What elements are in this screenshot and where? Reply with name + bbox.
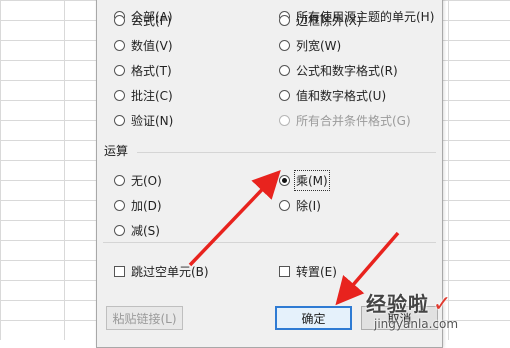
paste-special-dialog: 全部(A) 所有使用源主题的单元(H) 公式(F) 边框除外(X) 数值(V) … — [96, 0, 443, 348]
skip-blanks-checkbox[interactable]: 跳过空单元(B) — [114, 262, 209, 280]
radio-button[interactable] — [114, 14, 125, 26]
option-label: 公式和数字格式(R) — [296, 63, 398, 78]
radio-button[interactable] — [114, 89, 125, 101]
checkbox-label: 跳过空单元(B) — [131, 264, 209, 279]
operation-subtract-option[interactable]: 减(S) — [114, 221, 160, 239]
checkbox[interactable] — [114, 265, 125, 277]
transpose-checkbox[interactable]: 转置(E) — [279, 262, 337, 280]
radio-button[interactable] — [279, 14, 290, 26]
section-divider — [137, 152, 436, 153]
radio-button[interactable] — [279, 199, 290, 211]
option-label: 边框除外(X) — [296, 13, 362, 28]
option-label: 减(S) — [131, 223, 160, 238]
option-label: 乘(M) — [294, 169, 330, 191]
paste-merge-conditional-formats-option: 所有合并条件格式(G) — [279, 111, 411, 129]
operation-section-title: 运算 — [104, 144, 129, 158]
option-label: 公式(F) — [131, 13, 172, 28]
option-label: 加(D) — [131, 198, 162, 213]
radio-button[interactable] — [279, 39, 290, 51]
checkbox-label: 转置(E) — [296, 264, 337, 279]
option-label: 验证(N) — [131, 113, 174, 128]
paste-comments-option[interactable]: 批注(C) — [114, 86, 173, 104]
operation-none-option[interactable]: 无(O) — [114, 171, 162, 189]
ok-button[interactable]: 确定 — [275, 306, 352, 330]
radio-button — [279, 114, 290, 126]
option-label: 列宽(W) — [296, 38, 342, 53]
paste-values-option[interactable]: 数值(V) — [114, 36, 173, 54]
option-label: 除(I) — [296, 198, 321, 213]
radio-button[interactable] — [279, 89, 290, 101]
cancel-button[interactable]: 取消 — [361, 306, 438, 330]
radio-button[interactable] — [279, 64, 290, 76]
paste-validation-option[interactable]: 验证(N) — [114, 111, 173, 129]
radio-button[interactable] — [114, 39, 125, 51]
paste-formats-option[interactable]: 格式(T) — [114, 61, 172, 79]
option-label: 值和数字格式(U) — [296, 88, 387, 103]
option-label: 所有合并条件格式(G) — [296, 113, 411, 128]
paste-formulas-option[interactable]: 公式(F) — [114, 11, 171, 29]
radio-button[interactable] — [279, 174, 290, 186]
option-label: 批注(C) — [131, 88, 173, 103]
operation-multiply-option[interactable]: 乘(M) — [279, 169, 330, 191]
paste-formulas-number-formats-option[interactable]: 公式和数字格式(R) — [279, 61, 398, 79]
option-label: 格式(T) — [131, 63, 172, 78]
paste-except-borders-option[interactable]: 边框除外(X) — [279, 11, 362, 29]
operation-add-option[interactable]: 加(D) — [114, 196, 162, 214]
radio-button[interactable] — [114, 199, 125, 211]
radio-button[interactable] — [114, 64, 125, 76]
paste-values-number-formats-option[interactable]: 值和数字格式(U) — [279, 86, 386, 104]
option-label: 无(O) — [131, 173, 162, 188]
radio-button[interactable] — [114, 174, 125, 186]
radio-button[interactable] — [114, 114, 125, 126]
paste-link-button: 粘贴链接(L) — [106, 306, 183, 330]
operation-divide-option[interactable]: 除(I) — [279, 196, 321, 214]
paste-column-widths-option[interactable]: 列宽(W) — [279, 36, 341, 54]
radio-button[interactable] — [114, 224, 125, 236]
checkbox[interactable] — [279, 265, 290, 277]
divider — [103, 242, 436, 243]
option-label: 数值(V) — [131, 38, 173, 53]
